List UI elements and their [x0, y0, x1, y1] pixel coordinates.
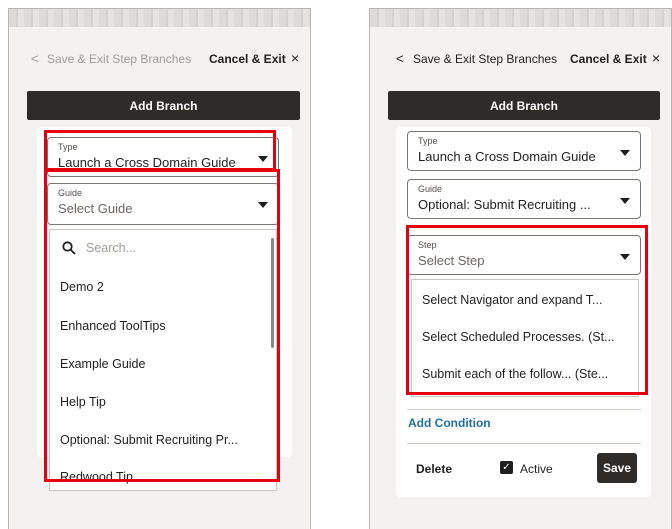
right-panel: < Save & Exit Step Branches Cancel & Exi…	[369, 8, 672, 529]
type-label: Type	[58, 142, 78, 152]
guide-label: Guide	[418, 184, 443, 194]
chevron-down-icon	[620, 254, 630, 260]
save-exit-link[interactable]: Save & Exit Step Branches	[413, 52, 557, 66]
type-select[interactable]: Type Launch a Cross Domain Guide	[47, 137, 279, 177]
window-strip	[9, 9, 310, 27]
active-checkbox[interactable]: ✓	[500, 461, 513, 474]
topbar: < Save & Exit Step Branches Cancel & Exi…	[9, 49, 310, 71]
list-item[interactable]: Help Tip	[60, 395, 106, 409]
list-item[interactable]: Submit each of the follow... (Ste...	[422, 367, 608, 381]
type-value: Launch a Cross Domain Guide	[418, 149, 596, 164]
guide-value: Optional: Submit Recruiting ...	[418, 197, 591, 212]
left-panel: < Save & Exit Step Branches Cancel & Exi…	[8, 8, 311, 529]
guide-select[interactable]: Guide Select Guide	[47, 183, 279, 225]
window-strip	[370, 9, 671, 27]
search-icon	[62, 241, 76, 255]
list-item[interactable]: Enhanced ToolTips	[60, 319, 166, 333]
list-item[interactable]: Example Guide	[60, 357, 145, 371]
topbar: < Save & Exit Step Branches Cancel & Exi…	[370, 49, 671, 71]
step-label: Step	[418, 240, 437, 250]
add-condition-link[interactable]: Add Condition	[408, 416, 491, 430]
chevron-down-icon	[620, 150, 630, 156]
list-item[interactable]: Optional: Submit Recruiting Pr...	[60, 433, 238, 447]
guide-placeholder: Select Guide	[58, 201, 133, 216]
type-select[interactable]: Type Launch a Cross Domain Guide	[407, 131, 641, 171]
cancel-exit-link[interactable]: Cancel & Exit	[570, 52, 647, 66]
scrollbar[interactable]	[271, 238, 274, 348]
step-select[interactable]: Step Select Step	[407, 235, 641, 275]
step-dropdown-list: Select Navigator and expand T... Select …	[411, 279, 639, 397]
guide-label: Guide	[58, 188, 83, 198]
type-label: Type	[418, 136, 438, 146]
guide-select[interactable]: Guide Optional: Submit Recruiting ...	[407, 179, 641, 219]
cancel-exit-link[interactable]: Cancel & Exit	[209, 52, 286, 66]
chevron-down-icon	[620, 198, 630, 204]
back-icon[interactable]: <	[31, 51, 39, 66]
chevron-down-icon	[258, 202, 268, 208]
divider	[407, 409, 641, 410]
divider	[407, 443, 641, 444]
close-icon[interactable]: ×	[652, 50, 660, 66]
type-value: Launch a Cross Domain Guide	[58, 155, 236, 170]
step-placeholder: Select Step	[418, 253, 485, 268]
save-exit-link[interactable]: Save & Exit Step Branches	[47, 52, 191, 66]
guide-dropdown-list: Search... Demo 2 Enhanced ToolTips Examp…	[49, 229, 277, 491]
save-button[interactable]: Save	[597, 453, 637, 483]
list-item[interactable]: Redwood Tip	[60, 470, 133, 484]
chevron-down-icon	[258, 156, 268, 162]
list-item[interactable]: Select Navigator and expand T...	[422, 293, 602, 307]
add-branch-button[interactable]: Add Branch	[27, 91, 300, 120]
list-item[interactable]: Select Scheduled Processes. (St...	[422, 330, 614, 344]
add-branch-button[interactable]: Add Branch	[388, 91, 660, 120]
delete-button[interactable]: Delete	[416, 462, 452, 476]
back-icon[interactable]: <	[396, 51, 404, 66]
close-icon[interactable]: ×	[291, 50, 299, 66]
search-input[interactable]: Search...	[86, 241, 136, 255]
active-label: Active	[520, 462, 553, 476]
list-item[interactable]: Demo 2	[60, 280, 104, 294]
